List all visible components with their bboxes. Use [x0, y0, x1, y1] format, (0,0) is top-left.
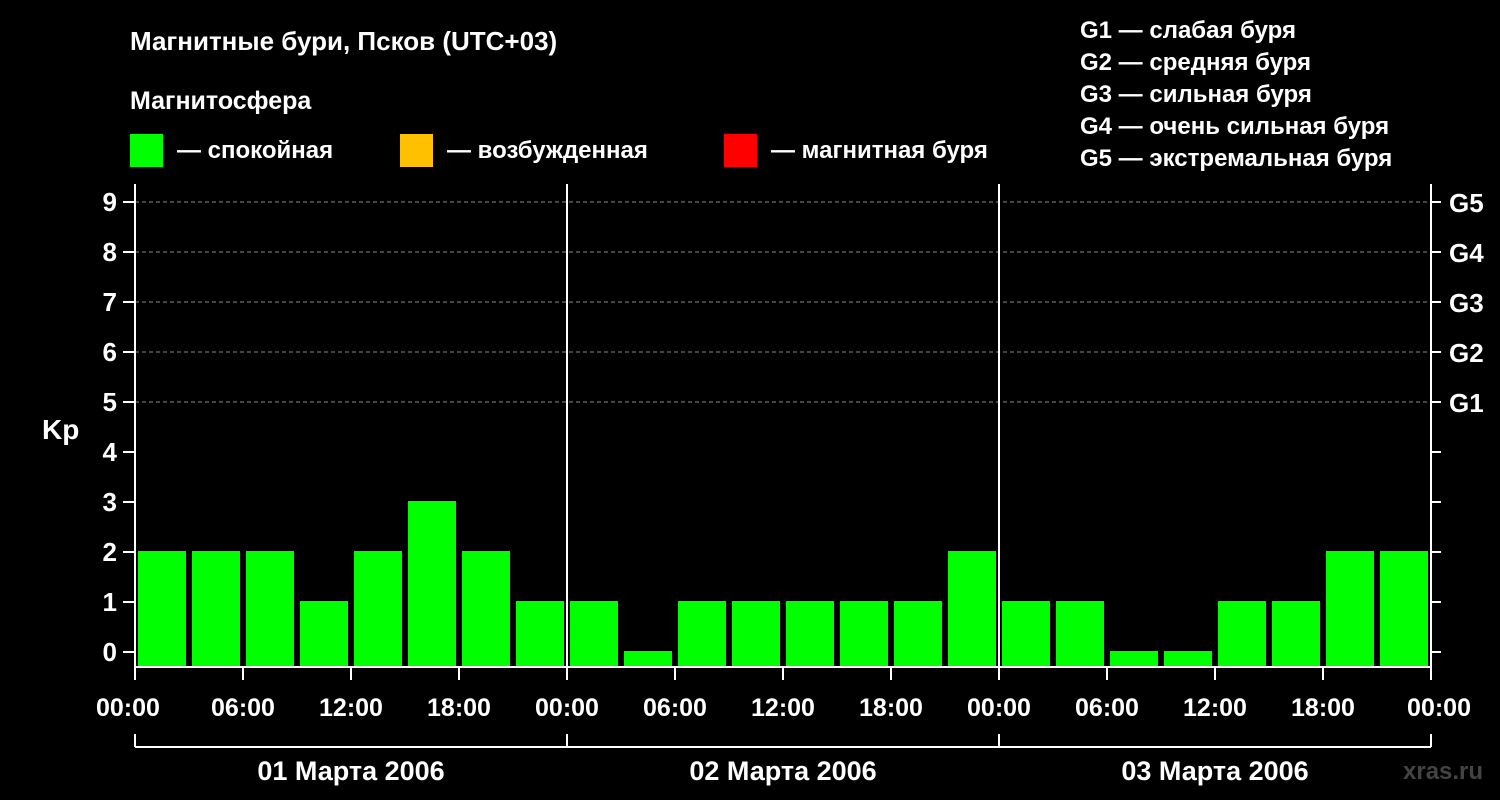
kp-bar — [1380, 551, 1428, 667]
kp-bar — [624, 651, 672, 667]
legend-swatch-storm — [724, 134, 757, 167]
x-tick-label: 06:00 — [211, 694, 275, 722]
y-axis-label: Kp — [42, 414, 79, 445]
x-tick-label: 12:00 — [319, 694, 383, 722]
chart-title: Магнитные бури, Псков (UTC+03) — [130, 26, 557, 56]
kp-bar — [570, 601, 618, 667]
magnetosphere-label: Магнитосфера — [130, 87, 312, 115]
day-label: 03 Марта 2006 — [1121, 756, 1308, 786]
y-tick-label: 9 — [103, 187, 117, 217]
x-tick-label: 12:00 — [751, 694, 815, 722]
storm-legend: G1 — слабая буря G2 — средняя буря G3 — … — [1080, 17, 1392, 172]
legend-swatch-calm — [130, 134, 163, 167]
x-tick-label: 18:00 — [1291, 694, 1355, 722]
x-tick-label: 00:00 — [967, 694, 1031, 722]
storm-legend-g5: G5 — экстремальная буря — [1080, 145, 1392, 172]
x-tick-label: 00:00 — [96, 694, 160, 722]
kp-bar — [354, 551, 402, 667]
x-tick-label: 00:00 — [535, 694, 599, 722]
storm-legend-g3: G3 — сильная буря — [1080, 81, 1312, 108]
storm-legend-g1: G1 — слабая буря — [1080, 17, 1296, 44]
kp-bar — [516, 601, 564, 667]
kp-bar — [732, 601, 780, 667]
kp-bar — [1110, 651, 1158, 667]
kp-chart: Магнитные бури, Псков (UTC+03) Магнитосф… — [42, 17, 1484, 786]
kp-bar — [1218, 601, 1266, 667]
legend-label-calm: — спокойная — [177, 137, 333, 164]
y-tick-label: 0 — [103, 637, 117, 667]
legend-swatch-excited — [400, 134, 433, 167]
y-tick-label: 1 — [103, 587, 117, 617]
x-tick-label: 06:00 — [1075, 694, 1139, 722]
g-level-label: G5 — [1449, 188, 1484, 218]
g-level-label: G1 — [1449, 388, 1484, 418]
kp-bar — [408, 501, 456, 667]
kp-bar — [894, 601, 942, 667]
kp-bars — [138, 501, 1428, 667]
y-tick-label: 5 — [103, 387, 117, 417]
y-tick-label: 2 — [103, 537, 117, 567]
g-level-label: G3 — [1449, 288, 1484, 318]
kp-bar — [1272, 601, 1320, 667]
kp-bar — [246, 551, 294, 667]
legend-label-excited: — возбужденная — [447, 137, 648, 164]
kp-bar — [1164, 651, 1212, 667]
y-tick-label: 3 — [103, 487, 117, 517]
grid-lines — [135, 201, 1431, 403]
storm-legend-g4: G4 — очень сильная буря — [1080, 113, 1389, 140]
state-legend: — спокойная — возбужденная — магнитная б… — [130, 134, 988, 167]
kp-bar — [678, 601, 726, 667]
watermark: xras.ru — [1403, 758, 1483, 785]
kp-bar — [786, 601, 834, 667]
kp-bar — [1056, 601, 1104, 667]
x-tick-label: 18:00 — [859, 694, 923, 722]
storm-legend-g2: G2 — средняя буря — [1080, 49, 1311, 76]
day-label: 02 Марта 2006 — [689, 756, 876, 786]
x-tick-label: 00:00 — [1407, 694, 1471, 722]
x-tick-label: 06:00 — [643, 694, 707, 722]
y-tick-label: 7 — [103, 287, 117, 317]
y-tick-label: 6 — [103, 337, 117, 367]
kp-bar — [1326, 551, 1374, 667]
chart-axes: 0 1 2 3 4 5 6 7 8 9 G1 G2 G3 G4 G5 00:00 06:00 12:00 18:00… — [96, 184, 1484, 786]
kp-bar — [462, 551, 510, 667]
kp-bar — [948, 551, 996, 667]
kp-bar — [138, 551, 186, 667]
x-tick-label: 12:00 — [1183, 694, 1247, 722]
kp-bar — [1002, 601, 1050, 667]
x-tick-label: 18:00 — [427, 694, 491, 722]
legend-label-storm: — магнитная буря — [771, 137, 988, 164]
kp-bar — [840, 601, 888, 667]
g-level-label: G2 — [1449, 338, 1484, 368]
kp-bar — [192, 551, 240, 667]
y-tick-label: 4 — [103, 437, 118, 467]
g-level-label: G4 — [1449, 238, 1484, 268]
y-tick-label: 8 — [103, 237, 117, 267]
day-label: 01 Марта 2006 — [257, 756, 444, 786]
kp-bar — [300, 601, 348, 667]
